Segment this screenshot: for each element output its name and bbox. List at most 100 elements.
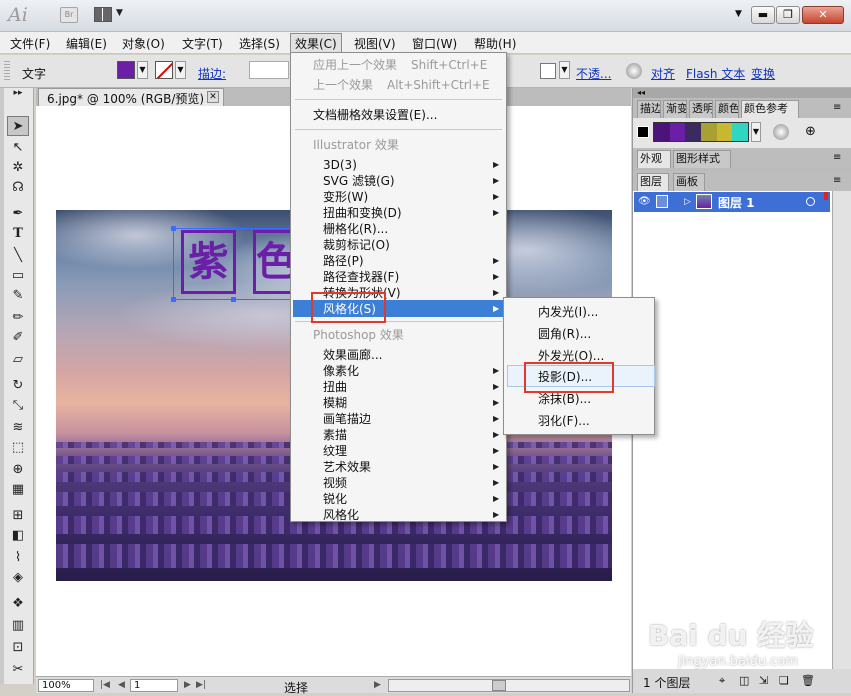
- save-color-group-icon[interactable]: ⊕: [805, 124, 816, 139]
- round-corners-item[interactable]: 圆角(R)...: [538, 326, 591, 342]
- artboard-tool-icon[interactable]: ⊡: [7, 638, 29, 658]
- visibility-eye-icon[interactable]: 👁: [638, 196, 651, 207]
- previous-artboard-icon[interactable]: ◀: [118, 680, 125, 690]
- close-button[interactable]: ✕: [802, 6, 844, 24]
- paintbrush-tool-icon[interactable]: ✎: [7, 286, 29, 306]
- rectangle-tool-icon[interactable]: ▭: [7, 266, 29, 286]
- effect-path-item[interactable]: 路径(P): [323, 253, 364, 269]
- expand-triangle-icon[interactable]: ▷: [684, 197, 691, 207]
- warp-tool-icon[interactable]: ≋: [7, 418, 29, 438]
- close-icon[interactable]: ✕: [207, 91, 219, 103]
- menu-help[interactable]: 帮助(H): [474, 35, 516, 52]
- stroke-none-swatch[interactable]: [155, 61, 173, 79]
- panel-menu-icon[interactable]: ≡: [833, 175, 841, 186]
- tab-stroke[interactable]: 描边: [637, 100, 661, 118]
- menu-edit[interactable]: 编辑(E): [66, 35, 107, 52]
- opacity-link[interactable]: 不透...: [576, 65, 611, 82]
- pencil-tool-icon[interactable]: ✏: [7, 308, 29, 328]
- glyph-tile[interactable]: 紫: [181, 230, 236, 294]
- menu-window[interactable]: 窗口(W): [412, 35, 457, 52]
- scale-tool-icon[interactable]: ⤡: [7, 396, 29, 416]
- layer-row[interactable]: 👁 ▷ 图层 1: [634, 192, 830, 212]
- ps-sketch-item[interactable]: 素描: [323, 427, 347, 443]
- mesh-tool-icon[interactable]: ⊞: [7, 506, 29, 526]
- first-artboard-icon[interactable]: |◀: [100, 680, 110, 690]
- panel-menu-icon[interactable]: ≡: [833, 102, 841, 113]
- scrollbar-thumb[interactable]: [492, 680, 506, 691]
- tab-artboards[interactable]: 画板: [673, 173, 705, 191]
- collapse-icon[interactable]: ▸▸: [7, 88, 29, 98]
- recolor-icon[interactable]: [626, 63, 642, 79]
- horizontal-scrollbar[interactable]: [388, 679, 630, 692]
- selection-handle[interactable]: [171, 297, 176, 302]
- lock-toggle[interactable]: [656, 195, 668, 208]
- ps-distort-item[interactable]: 扭曲: [323, 379, 347, 395]
- stroke-dropdown-chevron-icon[interactable]: ▼: [175, 61, 186, 79]
- ps-sharpen-item[interactable]: 锐化: [323, 491, 347, 507]
- stroke-label[interactable]: 描边:: [198, 65, 226, 82]
- menu-file[interactable]: 文件(F): [10, 35, 50, 52]
- selection-tool-icon[interactable]: ➤: [7, 116, 29, 136]
- panel-menu-icon[interactable]: ≡: [833, 152, 841, 163]
- flash-text-link[interactable]: Flash 文本: [686, 65, 745, 82]
- bridge-button[interactable]: Br: [60, 7, 78, 23]
- selection-handle[interactable]: [231, 297, 236, 302]
- clipping-mask-icon[interactable]: ◫: [739, 674, 749, 687]
- tab-appearance[interactable]: 外观: [637, 150, 671, 168]
- tab-layers[interactable]: 图层: [637, 173, 669, 191]
- selection-handle[interactable]: [171, 226, 176, 231]
- effect-crop-marks-item[interactable]: 裁剪标记(O): [323, 237, 390, 253]
- lasso-tool-icon[interactable]: ☊: [7, 178, 29, 198]
- maximize-button[interactable]: ❐: [776, 6, 800, 24]
- shape-builder-tool-icon[interactable]: ⊕: [7, 460, 29, 480]
- artboard-number-field[interactable]: 1: [130, 679, 178, 692]
- ps-blur-item[interactable]: 模糊: [323, 395, 347, 411]
- feather-item[interactable]: 羽化(F)...: [538, 413, 590, 429]
- chevron-down-icon[interactable]: ▼: [116, 8, 123, 18]
- ps-artistic-item[interactable]: 艺术效果: [323, 459, 371, 475]
- glyph-tile[interactable]: 色: [253, 230, 293, 294]
- tab-gradient[interactable]: 渐变: [663, 100, 687, 118]
- menu-object[interactable]: 对象(O): [122, 35, 165, 52]
- eyedropper-tool-icon[interactable]: ⌇: [7, 548, 29, 568]
- tab-color-guide[interactable]: 颜色参考: [741, 100, 799, 118]
- fill-color-swatch[interactable]: [117, 61, 135, 79]
- type-tool-icon[interactable]: T: [7, 224, 29, 244]
- perspective-grid-tool-icon[interactable]: ▦: [7, 480, 29, 500]
- eraser-tool-icon[interactable]: ▱: [7, 350, 29, 370]
- effect-distort-transform-item[interactable]: 扭曲和变换(D): [323, 205, 402, 221]
- collapse-icon[interactable]: ◂◂: [633, 88, 851, 98]
- blob-brush-tool-icon[interactable]: ✐: [7, 328, 29, 348]
- style-dropdown-chevron-icon[interactable]: ▼: [559, 61, 570, 79]
- effect-3d-item[interactable]: 3D(3): [323, 157, 357, 173]
- last-artboard-icon[interactable]: ▶|: [196, 680, 206, 690]
- blend-tool-icon[interactable]: ◈: [7, 568, 29, 588]
- harmony-dropdown-chevron-icon[interactable]: ▼: [751, 122, 761, 142]
- magic-wand-tool-icon[interactable]: ✲: [7, 158, 29, 178]
- color-guide-strip[interactable]: [653, 122, 749, 142]
- new-sublayer-icon[interactable]: ⇲: [759, 674, 768, 687]
- ps-video-item[interactable]: 视频: [323, 475, 347, 491]
- effect-rasterize-item[interactable]: 栅格化(R)...: [323, 221, 388, 237]
- direct-selection-tool-icon[interactable]: ↖: [7, 138, 29, 158]
- menu-type[interactable]: 文字(T): [182, 35, 223, 52]
- menu-select[interactable]: 选择(S): [239, 35, 280, 52]
- trash-icon[interactable]: 🗑: [801, 674, 815, 687]
- pen-tool-icon[interactable]: ✒: [7, 204, 29, 224]
- inner-glow-item[interactable]: 内发光(I)...: [538, 304, 598, 320]
- tab-color[interactable]: 颜色: [715, 100, 739, 118]
- free-transform-tool-icon[interactable]: ⬚: [7, 438, 29, 458]
- fill-dropdown-chevron-icon[interactable]: ▼: [137, 61, 148, 79]
- column-graph-tool-icon[interactable]: ▥: [7, 616, 29, 636]
- stroke-weight-field[interactable]: [249, 61, 289, 79]
- ps-pixelate-item[interactable]: 像素化: [323, 363, 359, 379]
- effect-pathfinder-item[interactable]: 路径查找器(F): [323, 269, 399, 285]
- symbol-sprayer-tool-icon[interactable]: ❖: [7, 594, 29, 614]
- scribble-item[interactable]: 涂抹(B)...: [538, 391, 591, 407]
- line-tool-icon[interactable]: ╲: [7, 246, 29, 266]
- next-artboard-icon[interactable]: ▶: [184, 680, 191, 690]
- rotate-tool-icon[interactable]: ↻: [7, 376, 29, 396]
- new-layer-icon[interactable]: ❏: [779, 674, 789, 687]
- ps-texture-item[interactable]: 纹理: [323, 443, 347, 459]
- layer-name[interactable]: 图层 1: [718, 194, 755, 211]
